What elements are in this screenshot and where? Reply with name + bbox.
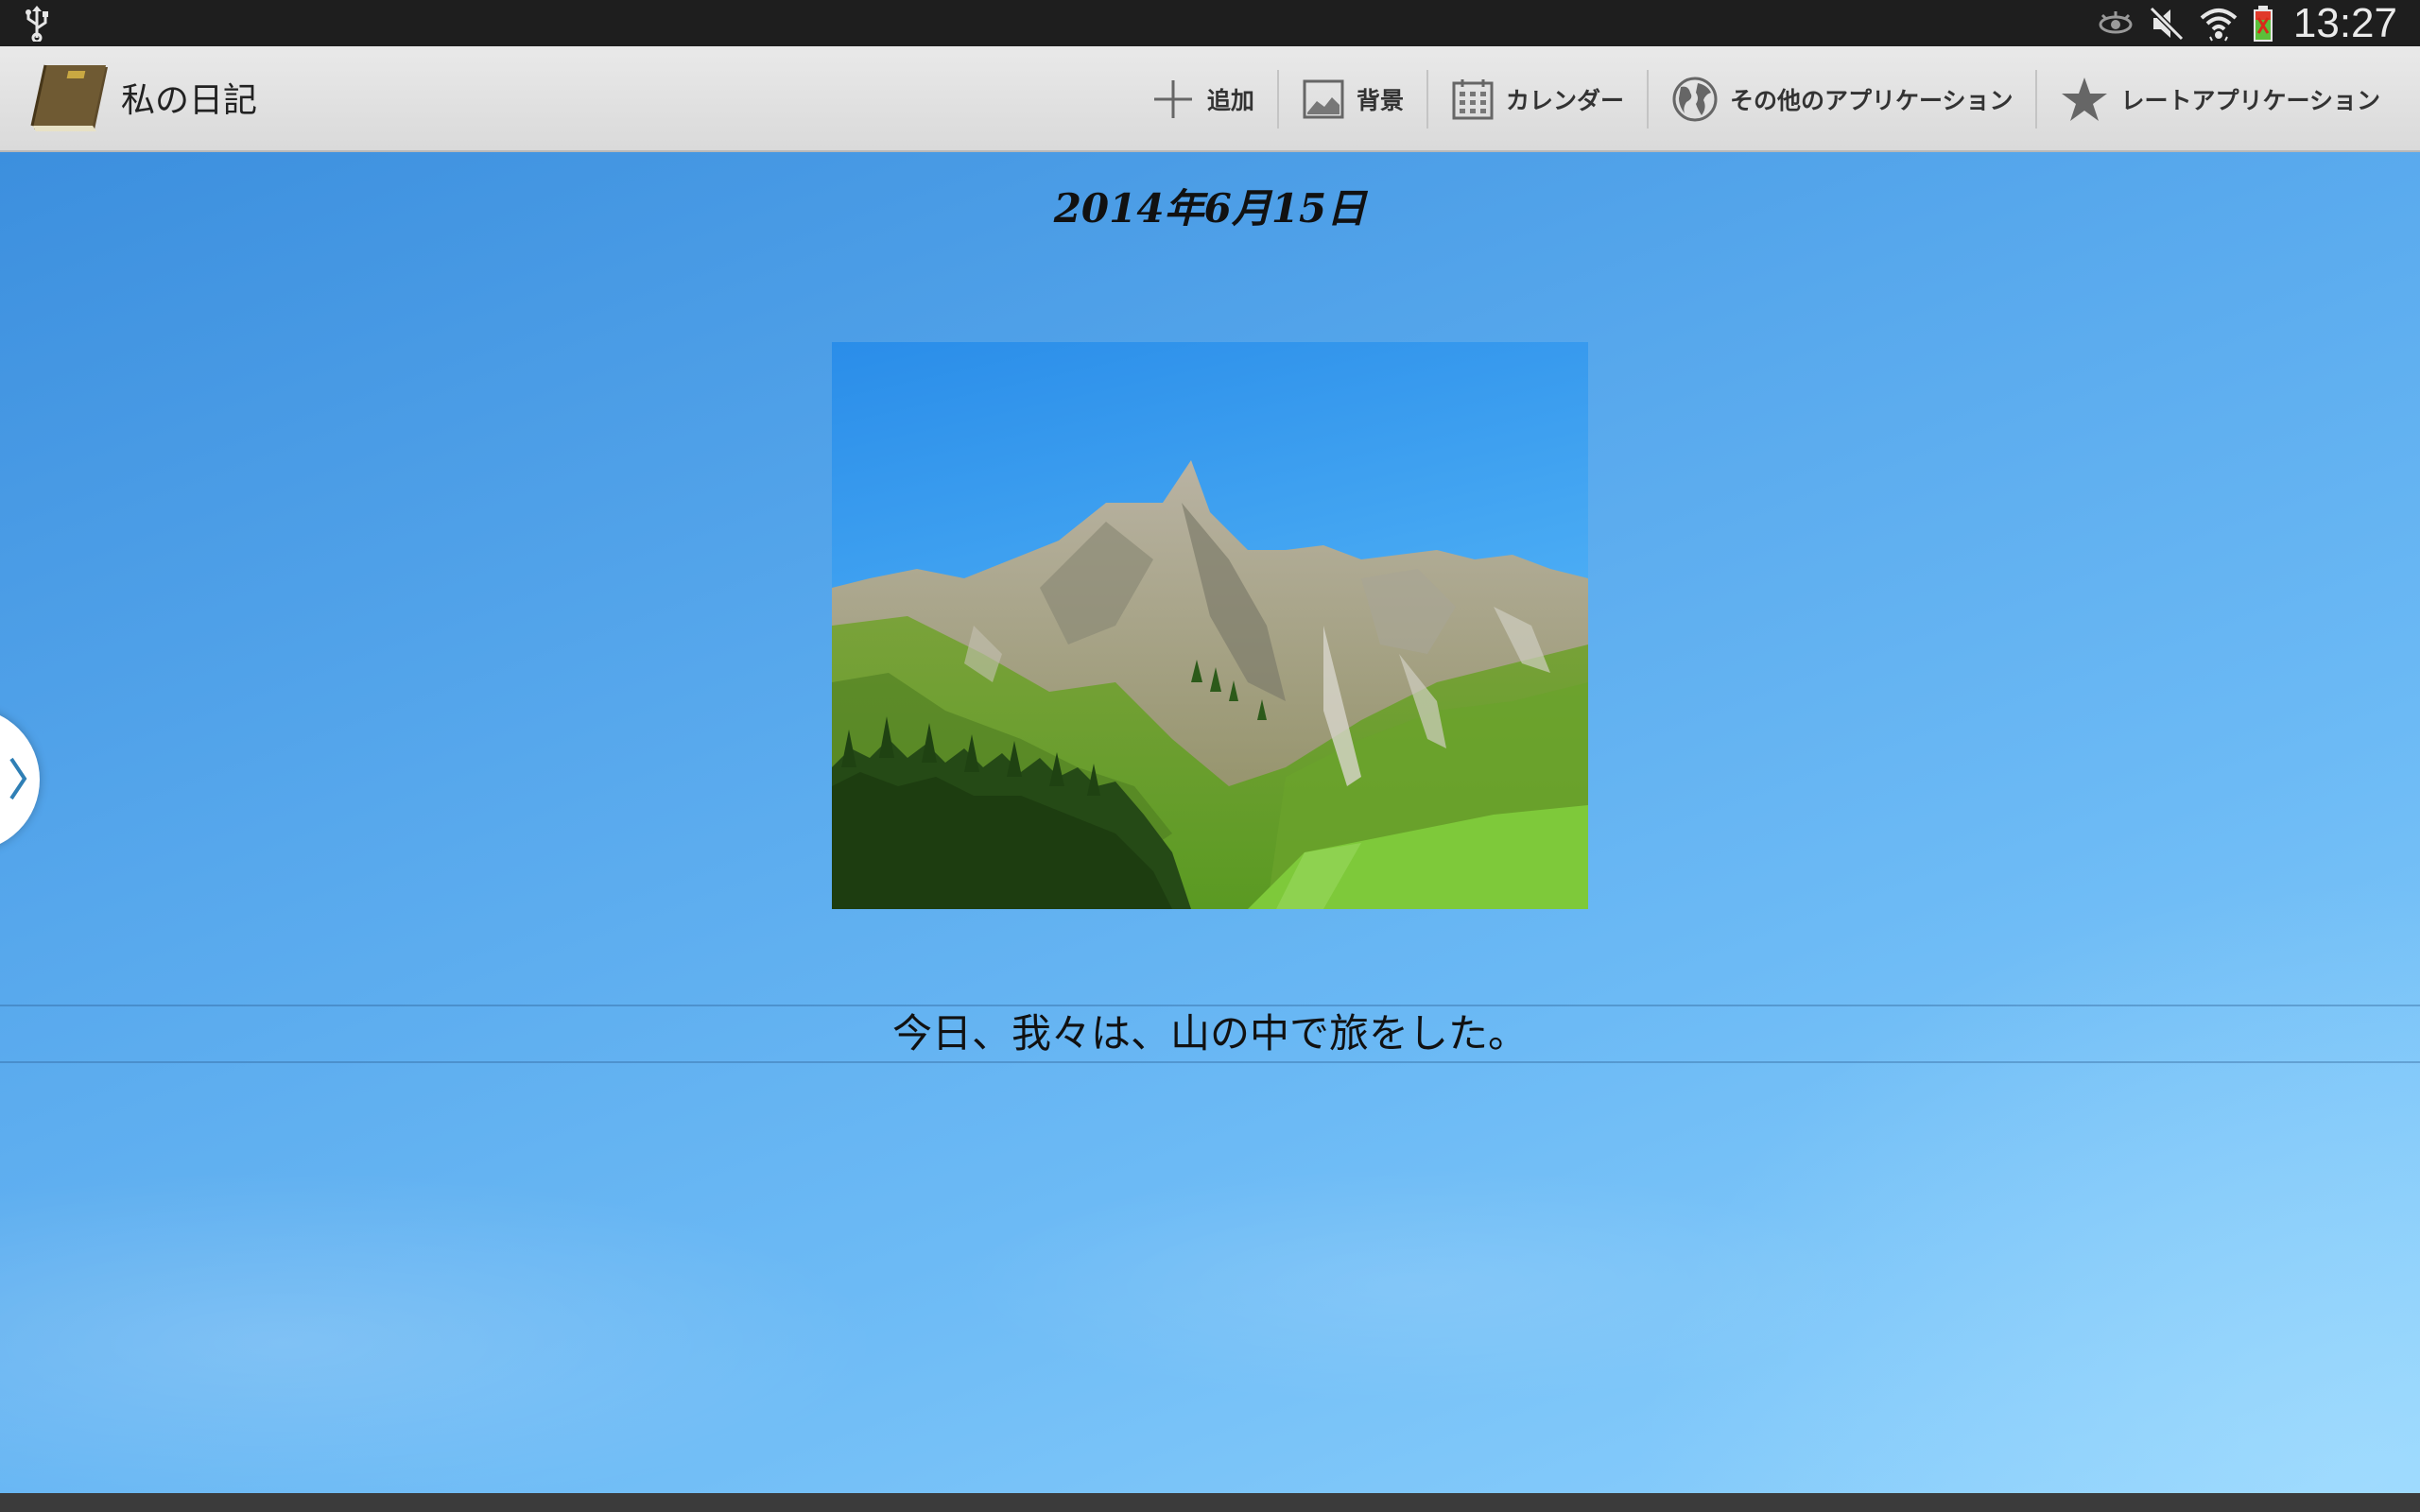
calendar-button-label: カレンダー — [1505, 87, 1624, 114]
app-title: 私の日記 — [121, 81, 258, 120]
entry-text[interactable]: 今日、我々は、山の中で旅をした。 — [0, 1006, 2420, 1061]
entry-photo[interactable] — [832, 342, 1588, 909]
battery-icon — [2253, 5, 2273, 42]
mute-icon — [2149, 6, 2185, 41]
status-bar: 13:27 — [0, 0, 2420, 46]
action-bar: 私の日記 追加 背景 カレンダー その他のアプリケーション レートアプリケーショ… — [0, 46, 2420, 152]
more-apps-button-label: その他のアプリケーション — [1729, 87, 2014, 114]
calendar-button[interactable]: カレンダー — [1428, 46, 1647, 152]
add-button-label: 追加 — [1206, 87, 1254, 114]
add-icon — [1153, 80, 1192, 118]
wifi-icon — [2200, 8, 2238, 41]
usb-icon — [26, 6, 48, 42]
calendar-icon — [1452, 79, 1494, 120]
drawer-handle[interactable] — [0, 708, 40, 851]
background-button[interactable]: 背景 — [1279, 46, 1426, 152]
more-apps-button[interactable]: その他のアプリケーション — [1649, 46, 2036, 152]
background-button-label: 背景 — [1356, 87, 1404, 114]
system-nav-bar — [0, 1493, 2420, 1512]
diary-book-icon[interactable] — [26, 63, 112, 135]
diary-entry-view: 2014年6月15日 今日、我々は、山の中で旅をした。 — [0, 152, 2420, 1493]
rate-app-button[interactable]: レートアプリケーション — [2037, 46, 2403, 152]
entry-date: 2014年6月15日 — [1053, 185, 1367, 232]
rate-app-button-label: レートアプリケーション — [2120, 87, 2380, 114]
globe-icon — [1672, 77, 1718, 122]
mountain-photo — [832, 342, 1588, 909]
entry-text-line: 今日、我々は、山の中で旅をした。 — [0, 1005, 2420, 1063]
eye-icon — [2099, 10, 2133, 33]
clock: 13:27 — [2292, 0, 2397, 46]
add-button[interactable]: 追加 — [1128, 46, 1277, 152]
image-icon — [1303, 79, 1344, 119]
chevron-right-icon — [9, 757, 27, 800]
star-icon — [2062, 77, 2108, 121]
action-menu: 追加 背景 カレンダー その他のアプリケーション レートアプリケーション — [1128, 46, 2403, 152]
